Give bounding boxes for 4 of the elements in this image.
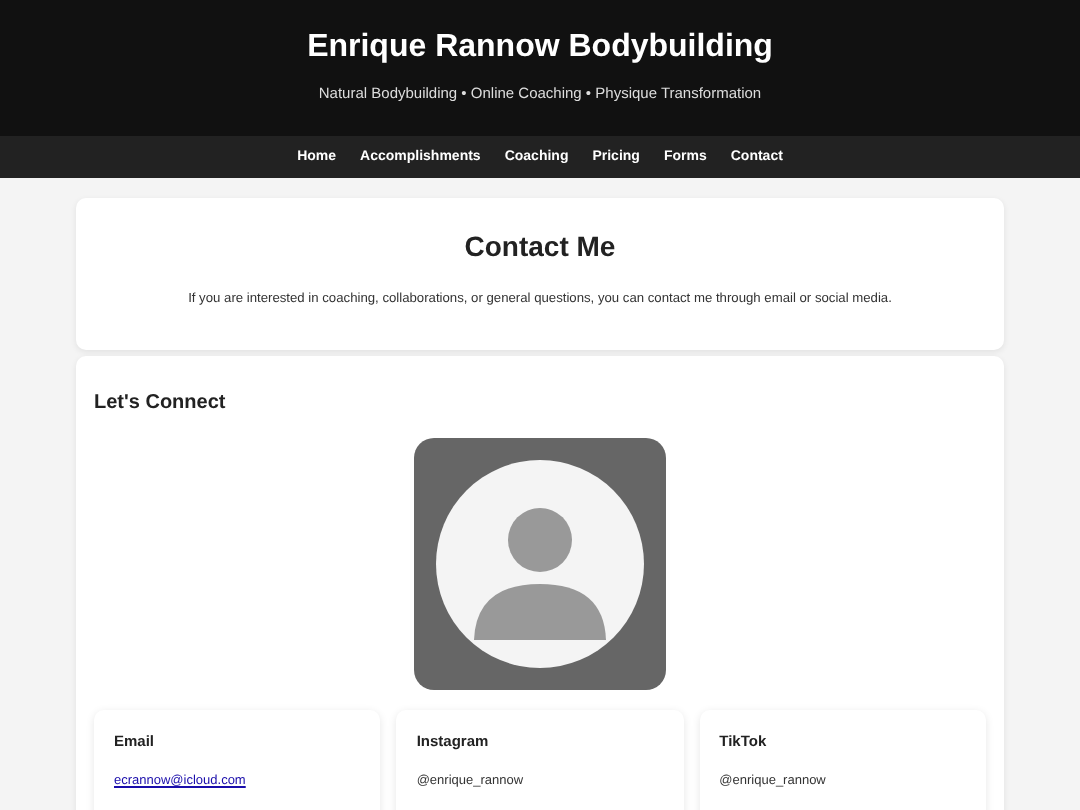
site-title: Enrique Rannow Bodybuilding bbox=[307, 28, 773, 68]
avatar-icon bbox=[436, 460, 644, 668]
section-heading: Let's Connect bbox=[94, 392, 228, 414]
page-heading: Contact Me bbox=[464, 230, 616, 262]
